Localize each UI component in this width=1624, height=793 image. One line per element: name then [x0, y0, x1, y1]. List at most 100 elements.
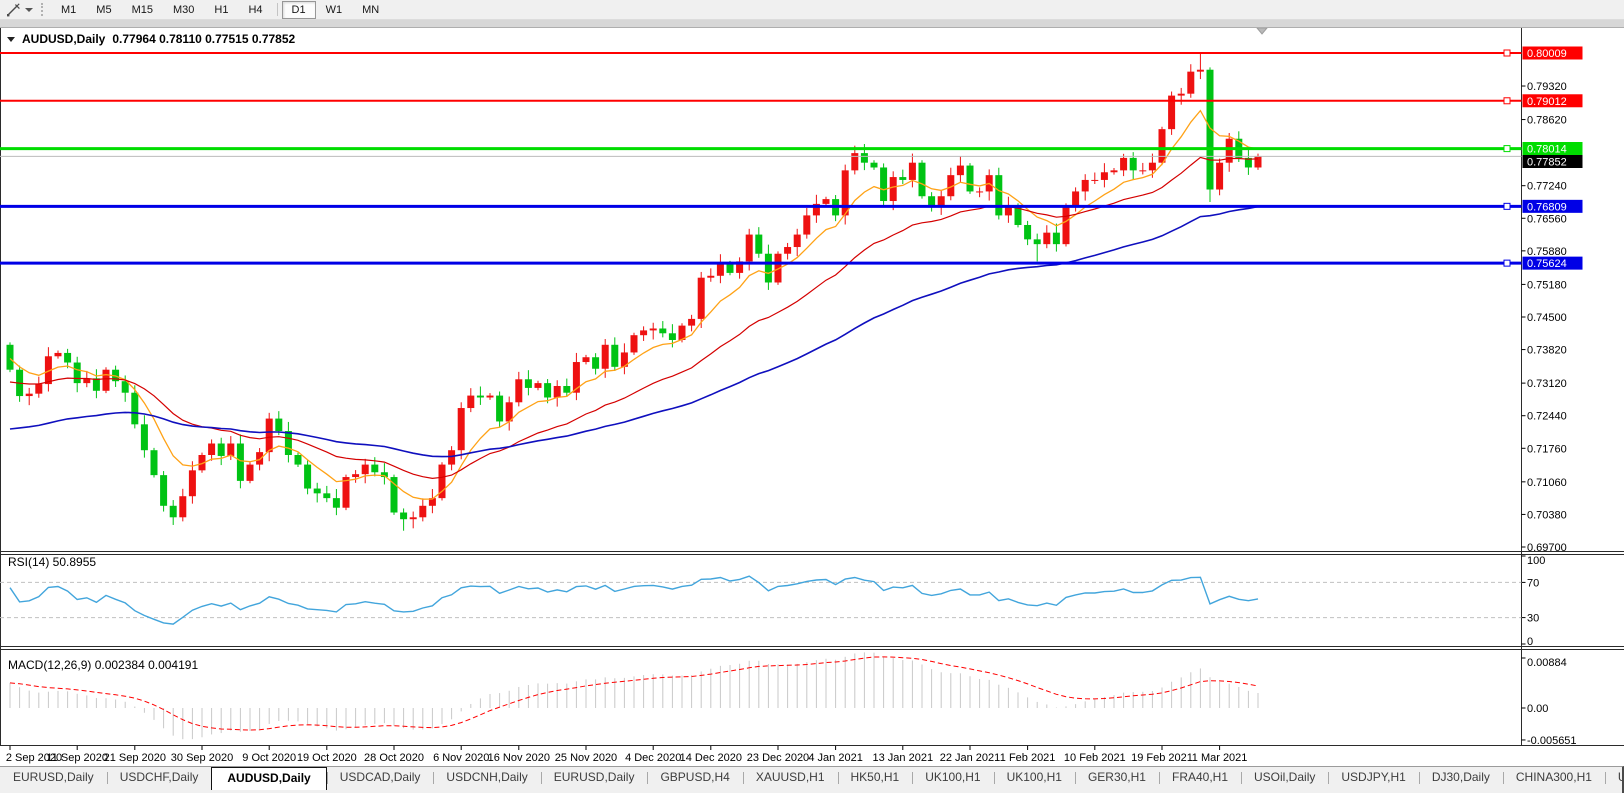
- svg-text:4 Jan 2021: 4 Jan 2021: [808, 752, 862, 764]
- svg-text:30: 30: [1527, 613, 1539, 625]
- chart-tab-bar: EURUSD,DailyUSDCHF,DailyAUDUSD,DailyUSDC…: [0, 766, 1624, 793]
- svg-text:0.00884: 0.00884: [1527, 657, 1567, 669]
- timeframe-button-M5[interactable]: M5: [86, 1, 121, 19]
- mt4-window: { "toolbar": { "timeframes": ["M1","M5",…: [0, 0, 1624, 792]
- svg-text:0.70380: 0.70380: [1527, 509, 1567, 521]
- tab-HK50-H1[interactable]: HK50,H1: [838, 767, 913, 788]
- tab-USDCNH-Daily[interactable]: USDCNH,Daily: [433, 767, 540, 788]
- svg-text:70: 70: [1527, 577, 1539, 589]
- svg-text:6 Nov 2020: 6 Nov 2020: [433, 752, 489, 764]
- svg-text:0.71060: 0.71060: [1527, 477, 1567, 489]
- hline-handle[interactable]: [1504, 98, 1510, 104]
- tab-GER30-H1[interactable]: GER30,H1: [1075, 767, 1159, 788]
- hline-handle[interactable]: [1504, 203, 1510, 209]
- timeframe-button-MN[interactable]: MN: [352, 1, 389, 19]
- svg-text:0.73820: 0.73820: [1527, 345, 1567, 357]
- timeframe-button-H4[interactable]: H4: [238, 1, 272, 19]
- svg-text:13 Jan 2021: 13 Jan 2021: [873, 752, 934, 764]
- svg-text:0.79320: 0.79320: [1527, 81, 1567, 93]
- chart-shift-marker: [1257, 28, 1267, 34]
- tab-FRA40-H1[interactable]: FRA40,H1: [1159, 767, 1241, 788]
- tab-AUDUSD-Daily[interactable]: AUDUSD,Daily: [211, 767, 326, 790]
- timeframe-button-M15[interactable]: M15: [122, 1, 163, 19]
- svg-text:23 Dec 2020: 23 Dec 2020: [747, 752, 809, 764]
- tab-USOil-Daily[interactable]: USOil,Daily: [1241, 767, 1328, 788]
- horizontal-lines-layer[interactable]: [0, 50, 1522, 266]
- dropdown-caret-icon: [25, 8, 33, 12]
- candlestick-layer: [7, 53, 1262, 531]
- svg-text:0.77240: 0.77240: [1527, 181, 1567, 193]
- ma-slow-line: [10, 207, 1258, 457]
- svg-text:0.78014: 0.78014: [1527, 144, 1567, 156]
- svg-text:0.80009: 0.80009: [1527, 48, 1567, 60]
- rsi-pane: 100 70 30 0: [0, 555, 1545, 648]
- timeframe-button-M30[interactable]: M30: [163, 1, 204, 19]
- svg-text:10 Feb 2021: 10 Feb 2021: [1064, 752, 1126, 764]
- hline-handle[interactable]: [1504, 260, 1510, 266]
- svg-text:21 Sep 2020: 21 Sep 2020: [104, 752, 166, 764]
- tab-EURUSD-Daily[interactable]: EURUSD,Daily: [541, 767, 648, 788]
- tab-USDCHF-Daily[interactable]: USDCHF,Daily: [107, 767, 212, 788]
- tab-UK100-H1[interactable]: UK100,H1: [994, 767, 1075, 788]
- ma-fast-line: [10, 111, 1258, 500]
- timeframe-toolbar: M1M5M15M30H1H4 D1W1MN: [0, 0, 1624, 20]
- tab-UK100-H1[interactable]: UK100,H1: [912, 767, 993, 788]
- moving-averages-layer: [10, 111, 1258, 500]
- tab-USDCAD-Daily[interactable]: USDCAD,Daily: [327, 767, 434, 788]
- svg-text:0.74500: 0.74500: [1527, 312, 1567, 324]
- svg-text:1 Mar 2021: 1 Mar 2021: [1192, 752, 1248, 764]
- chart-scrollbar[interactable]: [0, 19, 1624, 28]
- tab-USDJPY-H1[interactable]: USDJPY,H1: [1328, 767, 1418, 788]
- svg-text:30 Sep 2020: 30 Sep 2020: [171, 752, 233, 764]
- timeframe-button-M1[interactable]: M1: [51, 1, 86, 19]
- svg-text:0.78620: 0.78620: [1527, 115, 1567, 127]
- timeframe-button-W1[interactable]: W1: [316, 1, 353, 19]
- svg-text:16 Nov 2020: 16 Nov 2020: [488, 752, 550, 764]
- svg-text:0.75880: 0.75880: [1527, 246, 1567, 258]
- svg-text:19 Feb 2021: 19 Feb 2021: [1131, 752, 1193, 764]
- svg-text:19 Oct 2020: 19 Oct 2020: [297, 752, 357, 764]
- svg-text:0.76809: 0.76809: [1527, 201, 1567, 213]
- svg-text:100: 100: [1527, 555, 1545, 567]
- svg-text:0: 0: [1527, 636, 1533, 648]
- timeframe-button-H1[interactable]: H1: [204, 1, 238, 19]
- svg-text:9 Oct 2020: 9 Oct 2020: [242, 752, 296, 764]
- cursor-tool-icon: [6, 3, 21, 17]
- tab-USOil-[interactable]: USOil,: [1605, 767, 1624, 788]
- svg-text:0.73120: 0.73120: [1527, 378, 1567, 390]
- tab-DJ30-Daily[interactable]: DJ30,Daily: [1419, 767, 1503, 788]
- svg-text:-0.005651: -0.005651: [1527, 735, 1577, 747]
- svg-text:0.72440: 0.72440: [1527, 411, 1567, 423]
- svg-text:0.71760: 0.71760: [1527, 443, 1567, 455]
- svg-text:0.75624: 0.75624: [1527, 258, 1567, 270]
- svg-text:0.00: 0.00: [1527, 703, 1548, 715]
- svg-text:11 Sep 2020: 11 Sep 2020: [46, 752, 108, 764]
- rsi-line: [10, 576, 1258, 624]
- svg-text:0.69700: 0.69700: [1527, 542, 1567, 554]
- cursor-tool-button[interactable]: [0, 0, 37, 19]
- svg-text:14 Dec 2020: 14 Dec 2020: [680, 752, 742, 764]
- svg-text:25 Nov 2020: 25 Nov 2020: [555, 752, 617, 764]
- tab-XAUUSD-H1[interactable]: XAUUSD,H1: [743, 767, 838, 788]
- toolbar-grip: [41, 3, 45, 16]
- date-axis: 2 Sep 202011 Sep 202021 Sep 202030 Sep 2…: [6, 746, 1248, 764]
- chart-canvas[interactable]: 0.00884 0.00 -0.005651 100 70 30 0 0.80009 0.7…: [0, 0, 1624, 792]
- svg-text:0.77852: 0.77852: [1527, 157, 1567, 169]
- price-axis: 0.80009 0.79012 0.780140.77852 0.76809 0.756…: [1522, 47, 1583, 555]
- hline-handle[interactable]: [1504, 146, 1510, 152]
- tab-GBPUSD-H4[interactable]: GBPUSD,H4: [647, 767, 742, 788]
- toolbar-separator: [277, 3, 278, 16]
- svg-text:4 Dec 2020: 4 Dec 2020: [625, 752, 681, 764]
- hline-handle[interactable]: [1504, 50, 1510, 56]
- svg-text:0.75180: 0.75180: [1527, 279, 1567, 291]
- timeframe-button-D1[interactable]: D1: [282, 1, 316, 19]
- tab-EURUSD-Daily[interactable]: EURUSD,Daily: [0, 767, 107, 788]
- svg-text:28 Oct 2020: 28 Oct 2020: [364, 752, 424, 764]
- svg-text:1 Feb 2021: 1 Feb 2021: [1000, 752, 1056, 764]
- chart-frame: [0, 27, 1624, 746]
- svg-text:22 Jan 2021: 22 Jan 2021: [940, 752, 1001, 764]
- svg-text:0.79012: 0.79012: [1527, 96, 1567, 108]
- macd-pane: 0.00884 0.00 -0.005651: [10, 652, 1577, 747]
- tab-CHINA300-H1[interactable]: CHINA300,H1: [1503, 767, 1605, 788]
- svg-text:0.76560: 0.76560: [1527, 213, 1567, 225]
